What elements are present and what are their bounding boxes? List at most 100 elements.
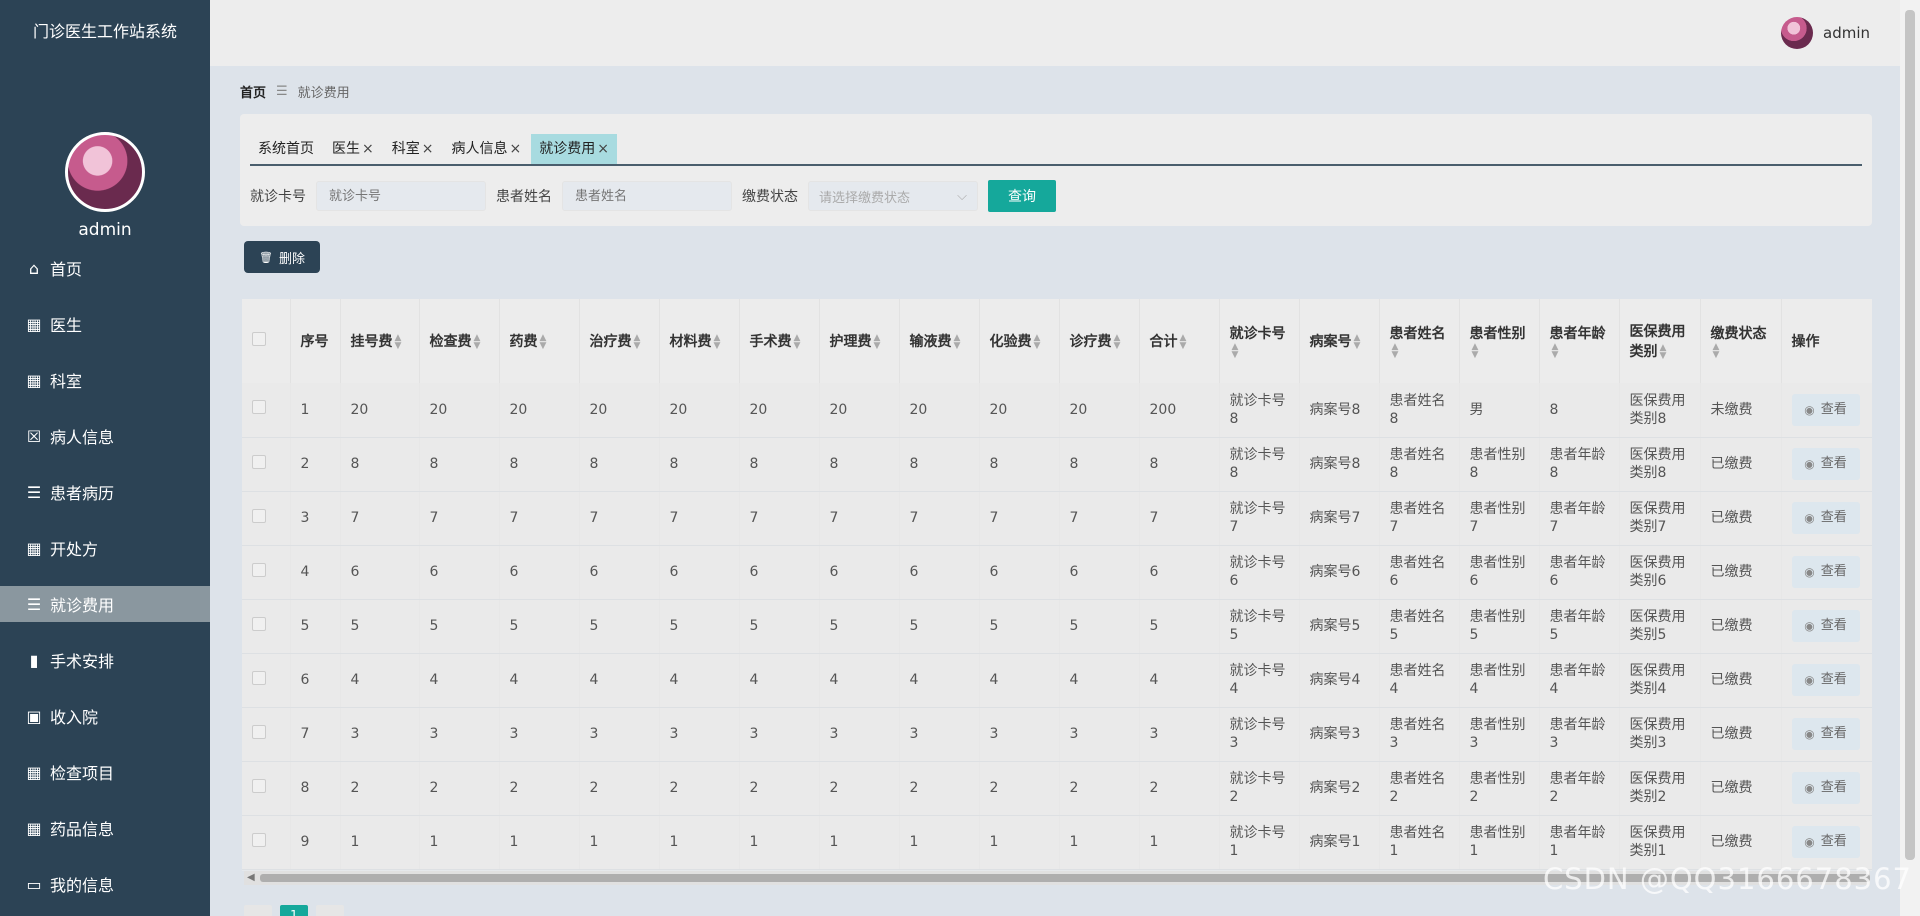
sidebar-item-5[interactable]: ▦ 开处方 bbox=[0, 530, 210, 566]
select-all-checkbox[interactable] bbox=[252, 332, 266, 346]
table-cell: 4 bbox=[499, 653, 580, 708]
payment-status-select[interactable]: 请选择缴费状态 ⌵ bbox=[808, 181, 978, 211]
sort-icon[interactable]: ▲ ▼ bbox=[395, 334, 402, 351]
row-checkbox[interactable] bbox=[252, 454, 266, 469]
column-header[interactable]: 患者姓名▲ ▼ bbox=[1379, 299, 1460, 383]
sort-icon[interactable]: ▲ ▼ bbox=[1392, 343, 1399, 360]
view-button[interactable]: ◉ 查看 bbox=[1791, 610, 1860, 642]
view-button[interactable]: ◉ 查看 bbox=[1791, 664, 1860, 696]
row-checkbox[interactable] bbox=[252, 832, 266, 847]
view-button[interactable]: ◉ 查看 bbox=[1791, 502, 1860, 534]
column-header[interactable]: 缴费状态▲ ▼ bbox=[1700, 299, 1782, 383]
query-button[interactable]: 查询 bbox=[988, 180, 1056, 212]
sort-icon[interactable]: ▲ ▼ bbox=[540, 334, 547, 351]
column-header[interactable]: 化验费 ▲ ▼ bbox=[979, 299, 1060, 383]
column-header[interactable]: 诊疗费 ▲ ▼ bbox=[1059, 299, 1140, 383]
close-icon[interactable]: × bbox=[362, 134, 374, 164]
view-button[interactable]: ◉ 查看 bbox=[1791, 826, 1860, 858]
sort-icon[interactable]: ▲ ▼ bbox=[1034, 334, 1041, 351]
tab-4[interactable]: 就诊费用 × bbox=[531, 134, 617, 164]
column-header[interactable]: 就诊卡号▲ ▼ bbox=[1219, 299, 1300, 383]
sort-icon[interactable]: ▲ ▼ bbox=[1180, 334, 1187, 351]
page-scrollbar[interactable] bbox=[1900, 0, 1920, 916]
view-button[interactable]: ◉ 查看 bbox=[1791, 772, 1860, 804]
sort-icon[interactable]: ▲ ▼ bbox=[1472, 343, 1479, 360]
pager-current-page[interactable]: 1 bbox=[280, 905, 308, 916]
column-header[interactable]: 挂号费 ▲ ▼ bbox=[340, 299, 420, 383]
avatar[interactable] bbox=[1781, 17, 1813, 49]
pager-next-button[interactable] bbox=[316, 905, 344, 916]
sort-icon[interactable]: ▲ ▼ bbox=[794, 334, 801, 351]
view-button[interactable]: ◉ 查看 bbox=[1791, 556, 1860, 588]
header-user-name[interactable]: admin bbox=[1823, 24, 1870, 42]
column-header[interactable]: 治疗费 ▲ ▼ bbox=[579, 299, 660, 383]
close-icon[interactable]: × bbox=[422, 134, 434, 164]
view-button[interactable]: ◉ 查看 bbox=[1791, 448, 1860, 480]
sidebar-item-6[interactable]: ☰ 就诊费用 bbox=[0, 586, 210, 622]
tab-2[interactable]: 科室 × bbox=[384, 134, 442, 164]
sidebar-profile: admin bbox=[0, 132, 210, 240]
actions-cell: ◉ 查看 bbox=[1781, 491, 1872, 546]
view-button[interactable]: ◉ 查看 bbox=[1791, 718, 1860, 750]
table-cell: 5 bbox=[290, 599, 341, 654]
row-checkbox[interactable] bbox=[252, 670, 266, 685]
tab-1[interactable]: 医生 × bbox=[324, 134, 382, 164]
tab-3[interactable]: 病人信息 × bbox=[443, 134, 529, 164]
sidebar-item-3[interactable]: ☒ 病人信息 bbox=[0, 418, 210, 454]
sidebar-item-2[interactable]: ▦ 科室 bbox=[0, 362, 210, 398]
sort-icon[interactable]: ▲ ▼ bbox=[714, 334, 721, 351]
patient-name-input[interactable] bbox=[562, 181, 732, 211]
avatar[interactable] bbox=[65, 132, 145, 212]
column-header[interactable]: 手术费 ▲ ▼ bbox=[739, 299, 820, 383]
sort-icon[interactable]: ▲ ▼ bbox=[1114, 334, 1121, 351]
sort-icon[interactable]: ▲ ▼ bbox=[1660, 344, 1667, 361]
column-header[interactable]: 输液费 ▲ ▼ bbox=[899, 299, 980, 383]
sort-icon[interactable]: ▲ ▼ bbox=[1232, 343, 1239, 360]
column-header[interactable]: 患者性别▲ ▼ bbox=[1459, 299, 1540, 383]
sidebar-item-7[interactable]: ▮ 手术安排 bbox=[0, 642, 210, 678]
scroll-left-arrow-icon[interactable]: ◀ bbox=[247, 872, 255, 883]
sort-icon[interactable]: ▲ ▼ bbox=[634, 334, 641, 351]
sort-icon[interactable]: ▲ ▼ bbox=[1713, 343, 1720, 360]
row-checkbox[interactable] bbox=[252, 508, 266, 523]
column-header[interactable]: 医保费用类别 ▲ ▼ bbox=[1619, 299, 1701, 383]
sort-icon[interactable]: ▲ ▼ bbox=[874, 334, 881, 351]
close-icon[interactable]: × bbox=[597, 134, 609, 164]
sidebar-item-10[interactable]: ▦ 药品信息 bbox=[0, 810, 210, 846]
sort-icon[interactable]: ▲ ▼ bbox=[1354, 334, 1361, 351]
table-cell: 3 bbox=[659, 707, 740, 762]
sidebar-item-0[interactable]: ⌂ 首页 bbox=[0, 250, 210, 286]
breadcrumb-home[interactable]: 首页 bbox=[240, 82, 266, 101]
row-select-cell bbox=[242, 815, 291, 870]
row-checkbox[interactable] bbox=[252, 778, 266, 793]
tab-0[interactable]: 系统首页 bbox=[250, 134, 322, 164]
sidebar-item-4[interactable]: ☰ 患者病历 bbox=[0, 474, 210, 510]
view-button[interactable]: ◉ 查看 bbox=[1791, 393, 1860, 426]
delete-button[interactable]: 🗑 删除 bbox=[244, 241, 320, 273]
scrollbar-thumb[interactable] bbox=[1905, 10, 1915, 860]
column-header[interactable]: 检查费 ▲ ▼ bbox=[419, 299, 500, 383]
column-header[interactable]: 护理费 ▲ ▼ bbox=[819, 299, 900, 383]
column-header[interactable]: 病案号 ▲ ▼ bbox=[1299, 299, 1380, 383]
sort-icon[interactable]: ▲ ▼ bbox=[1552, 343, 1559, 360]
column-header[interactable]: 材料费 ▲ ▼ bbox=[659, 299, 740, 383]
sort-icon[interactable]: ▲ ▼ bbox=[954, 334, 961, 351]
sidebar-item-8[interactable]: ▣ 收入院 bbox=[0, 698, 210, 734]
sidebar-item-9[interactable]: ▦ 检查项目 bbox=[0, 754, 210, 790]
row-checkbox[interactable] bbox=[252, 562, 266, 577]
close-icon[interactable]: × bbox=[509, 134, 521, 164]
card-number-input[interactable] bbox=[316, 181, 486, 211]
sidebar-item-1[interactable]: ▦ 医生 bbox=[0, 306, 210, 342]
column-header[interactable]: 合计 ▲ ▼ bbox=[1139, 299, 1220, 383]
header-user-menu[interactable]: admin bbox=[1781, 17, 1870, 49]
pager-prev-button[interactable] bbox=[244, 905, 272, 916]
column-header[interactable]: 药费 ▲ ▼ bbox=[499, 299, 580, 383]
column-header[interactable]: 患者年龄▲ ▼ bbox=[1539, 299, 1620, 383]
row-checkbox[interactable] bbox=[252, 400, 266, 415]
table-cell: 5 bbox=[579, 599, 660, 654]
sidebar-item-11[interactable]: ▭ 我的信息 bbox=[0, 866, 210, 902]
column-header-label: 诊疗费 bbox=[1069, 334, 1112, 350]
sort-icon[interactable]: ▲ ▼ bbox=[474, 334, 481, 351]
row-checkbox[interactable] bbox=[252, 616, 266, 631]
row-checkbox[interactable] bbox=[252, 724, 266, 739]
